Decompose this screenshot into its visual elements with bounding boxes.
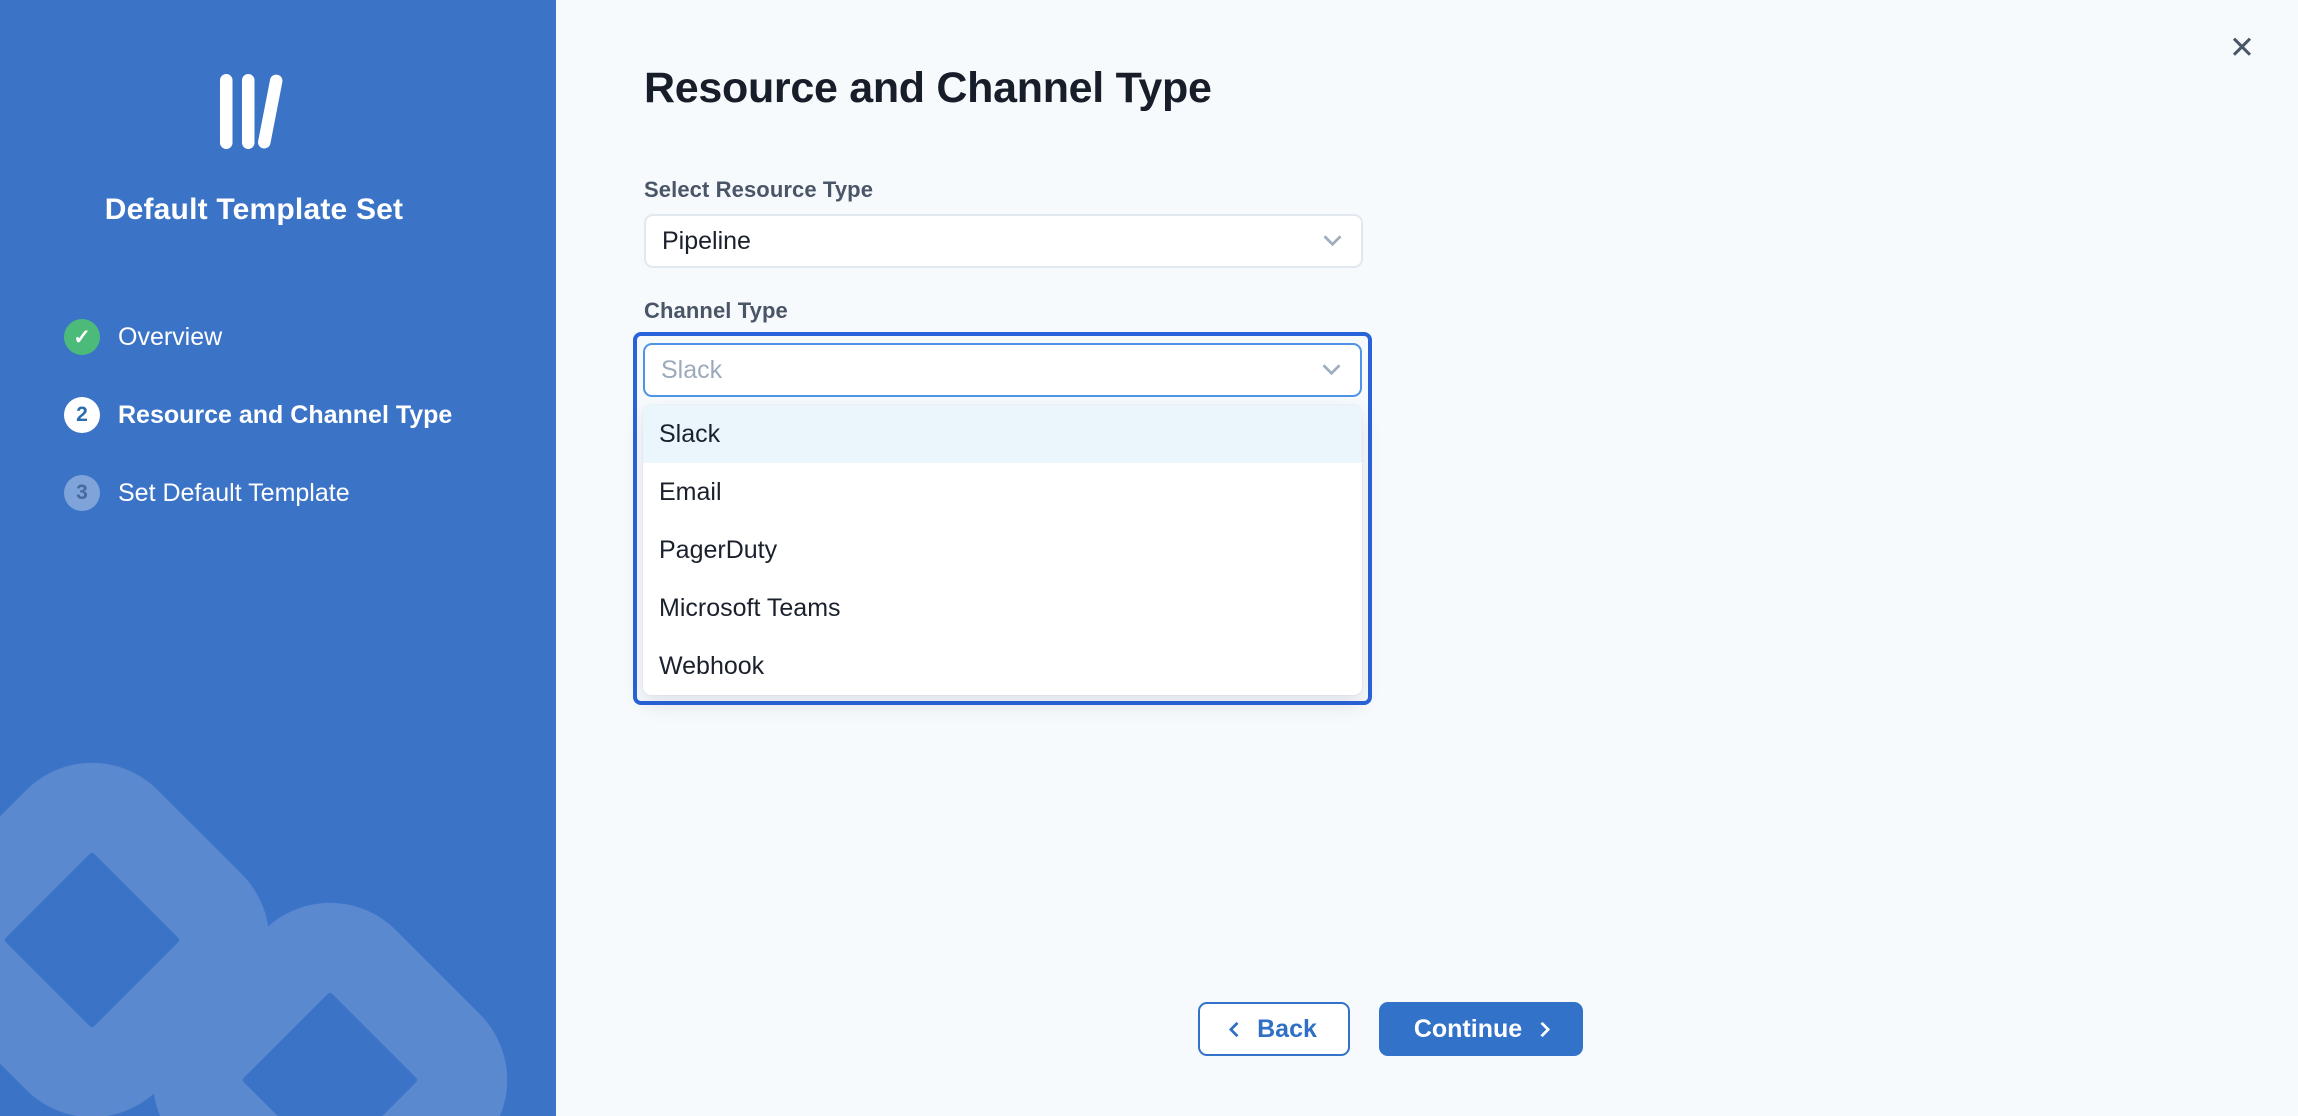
- resource-type-label: Select Resource Type: [644, 176, 2298, 204]
- channel-type-field: Channel Type Slack Slack Email PagerDuty…: [644, 297, 2298, 705]
- resource-type-value: Pipeline: [662, 227, 751, 256]
- step-label: Overview: [118, 323, 222, 352]
- page-title: Resource and Channel Type: [644, 63, 2298, 113]
- resource-type-field: Select Resource Type Pipeline: [644, 176, 2298, 268]
- chevron-down-icon: [1322, 357, 1340, 375]
- channel-option-pagerduty[interactable]: PagerDuty: [643, 521, 1362, 579]
- chevron-left-icon: [1229, 1021, 1245, 1037]
- wizard-actions: Back Continue: [1198, 1002, 1583, 1056]
- channel-type-placeholder: Slack: [661, 356, 722, 385]
- channel-option-slack[interactable]: Slack: [643, 405, 1362, 463]
- chevron-right-icon: [1535, 1021, 1551, 1037]
- step-complete-check-icon: ✓: [64, 319, 100, 355]
- channel-type-dropdown-menu: Slack Email PagerDuty Microsoft Teams We…: [643, 405, 1362, 695]
- app-logo-icon: [220, 72, 288, 152]
- step-number-badge: 3: [64, 475, 100, 511]
- continue-button-label: Continue: [1414, 1015, 1522, 1044]
- wizard-title: Default Template Set: [0, 193, 508, 227]
- wizard-steps: ✓ Overview 2 Resource and Channel Type 3…: [64, 319, 556, 511]
- step-number-badge: 2: [64, 397, 100, 433]
- channel-option-microsoft-teams[interactable]: Microsoft Teams: [643, 579, 1362, 637]
- step-resource-and-channel-type: 2 Resource and Channel Type: [64, 397, 556, 433]
- channel-type-select[interactable]: Slack: [643, 343, 1362, 397]
- channel-option-webhook[interactable]: Webhook: [643, 637, 1362, 695]
- step-label: Set Default Template: [118, 479, 350, 508]
- step-set-default-template: 3 Set Default Template: [64, 475, 556, 511]
- channel-option-email[interactable]: Email: [643, 463, 1362, 521]
- back-button[interactable]: Back: [1198, 1002, 1350, 1056]
- channel-type-label: Channel Type: [644, 297, 2298, 325]
- wizard-sidebar: Default Template Set ✓ Overview 2 Resour…: [0, 0, 556, 1116]
- close-icon[interactable]: ✕: [2220, 26, 2264, 70]
- step-label: Resource and Channel Type: [118, 401, 452, 430]
- back-button-label: Back: [1257, 1015, 1317, 1044]
- step-overview: ✓ Overview: [64, 319, 556, 355]
- channel-type-focus-ring: Slack Slack Email PagerDuty Microsoft Te…: [633, 332, 1372, 705]
- wizard-content-panel: ✕ Resource and Channel Type Select Resou…: [556, 0, 2298, 1116]
- resource-type-select[interactable]: Pipeline: [644, 214, 1363, 268]
- chevron-down-icon: [1323, 228, 1341, 246]
- continue-button[interactable]: Continue: [1379, 1002, 1583, 1056]
